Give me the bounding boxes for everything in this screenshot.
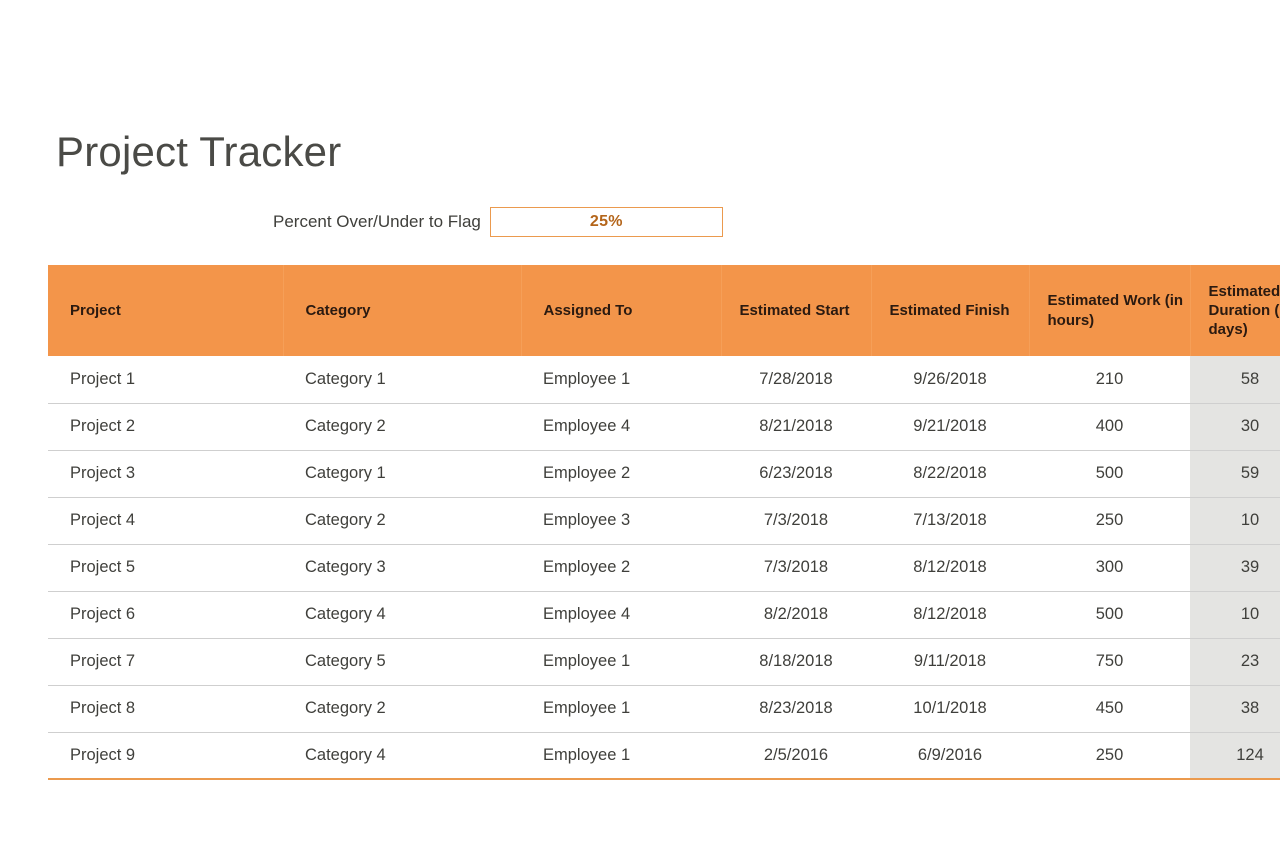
cell-category: Category 2 [283,685,521,733]
cell-estimated-finish: 8/22/2018 [871,450,1029,498]
cell-assigned-to: Employee 3 [521,497,721,545]
column-header-estimated-finish[interactable]: Estimated Finish [871,265,1030,356]
column-header-estimated-work[interactable]: Estimated Work (in hours) [1029,265,1191,356]
table-row[interactable]: Project 2 Category 2 Employee 4 8/21/2018 9/… [48,403,1280,451]
cell-estimated-duration-days: 124 [1190,732,1280,780]
project-tracker-table: Project Category Assigned To Estimated S… [48,265,1280,780]
cell-estimated-work-hours: 210 [1029,356,1190,404]
table-row[interactable]: Project 4 Category 2 Employee 3 7/3/2018 7/1… [48,497,1280,545]
cell-estimated-work-hours: 250 [1029,497,1190,545]
cell-assigned-to: Employee 1 [521,685,721,733]
table-row[interactable]: Project 6 Category 4 Employee 4 8/2/2018 8/1… [48,591,1280,639]
cell-category: Category 2 [283,403,521,451]
cell-estimated-work-hours: 300 [1029,544,1190,592]
cell-estimated-duration-days: 39 [1190,544,1280,592]
cell-estimated-finish: 10/1/2018 [871,685,1029,733]
cell-assigned-to: Employee 1 [521,732,721,780]
cell-estimated-start: 8/2/2018 [721,591,871,639]
cell-estimated-work-hours: 400 [1029,403,1190,451]
cell-estimated-duration-days: 30 [1190,403,1280,451]
cell-estimated-work-hours: 250 [1029,732,1190,780]
cell-estimated-start: 8/21/2018 [721,403,871,451]
cell-project: Project 7 [48,638,283,686]
table-row[interactable]: Project 8 Category 2 Employee 1 8/23/2018 10… [48,685,1280,733]
cell-estimated-start: 8/23/2018 [721,685,871,733]
cell-estimated-start: 7/28/2018 [721,356,871,404]
cell-assigned-to: Employee 2 [521,450,721,498]
table-header: Project Category Assigned To Estimated S… [48,265,1280,356]
cell-category: Category 2 [283,497,521,545]
cell-estimated-start: 7/3/2018 [721,497,871,545]
cell-category: Category 4 [283,732,521,780]
cell-assigned-to: Employee 4 [521,591,721,639]
cell-estimated-work-hours: 750 [1029,638,1190,686]
cell-estimated-finish: 7/13/2018 [871,497,1029,545]
cell-project: Project 3 [48,450,283,498]
cell-project: Project 1 [48,356,283,404]
percent-flag-control: Percent Over/Under to Flag 25% [273,207,723,237]
cell-estimated-finish: 8/12/2018 [871,591,1029,639]
cell-project: Project 9 [48,732,283,780]
cell-estimated-finish: 9/21/2018 [871,403,1029,451]
column-header-estimated-duration[interactable]: Estimated Duration (in days) [1190,265,1280,356]
percent-flag-label: Percent Over/Under to Flag [273,212,481,231]
cell-estimated-start: 8/18/2018 [721,638,871,686]
cell-estimated-duration-days: 38 [1190,685,1280,733]
cell-category: Category 1 [283,356,521,404]
cell-estimated-duration-days: 58 [1190,356,1280,404]
column-header-category[interactable]: Category [283,265,522,356]
project-tracker-page: Project Tracker Percent Over/Under to Fl… [0,0,1280,866]
cell-assigned-to: Employee 2 [521,544,721,592]
cell-estimated-finish: 9/11/2018 [871,638,1029,686]
cell-estimated-start: 7/3/2018 [721,544,871,592]
cell-estimated-start: 2/5/2016 [721,732,871,780]
cell-category: Category 5 [283,638,521,686]
cell-assigned-to: Employee 1 [521,638,721,686]
cell-estimated-duration-days: 10 [1190,497,1280,545]
table-body: Project 1 Category 1 Employee 1 7/28/2018 9/… [48,356,1280,780]
cell-project: Project 5 [48,544,283,592]
cell-estimated-duration-days: 59 [1190,450,1280,498]
column-header-assigned-to[interactable]: Assigned To [521,265,722,356]
cell-estimated-duration-days: 10 [1190,591,1280,639]
cell-assigned-to: Employee 1 [521,356,721,404]
table-row[interactable]: Project 9 Category 4 Employee 1 2/5/2016 6/9… [48,732,1280,780]
cell-project: Project 8 [48,685,283,733]
table-row[interactable]: Project 7 Category 5 Employee 1 8/18/2018 9/… [48,638,1280,686]
column-header-estimated-start[interactable]: Estimated Start [721,265,872,356]
column-header-project[interactable]: Project [48,265,284,356]
percent-flag-input[interactable]: 25% [489,207,723,237]
cell-category: Category 3 [283,544,521,592]
cell-category: Category 1 [283,450,521,498]
cell-estimated-finish: 8/12/2018 [871,544,1029,592]
cell-estimated-work-hours: 500 [1029,450,1190,498]
cell-estimated-finish: 6/9/2016 [871,732,1029,780]
table-row[interactable]: Project 1 Category 1 Employee 1 7/28/2018 9/… [48,356,1280,404]
cell-estimated-work-hours: 500 [1029,591,1190,639]
cell-estimated-work-hours: 450 [1029,685,1190,733]
cell-assigned-to: Employee 4 [521,403,721,451]
cell-project: Project 6 [48,591,283,639]
cell-project: Project 4 [48,497,283,545]
table-row[interactable]: Project 5 Category 3 Employee 2 7/3/2018 8/1… [48,544,1280,592]
cell-project: Project 2 [48,403,283,451]
page-title: Project Tracker [56,128,342,175]
cell-category: Category 4 [283,591,521,639]
table-row[interactable]: Project 3 Category 1 Employee 2 6/23/2018 8/… [48,450,1280,498]
cell-estimated-finish: 9/26/2018 [871,356,1029,404]
table-header-row: Project Category Assigned To Estimated S… [48,265,1280,356]
cell-estimated-start: 6/23/2018 [721,450,871,498]
cell-estimated-duration-days: 23 [1190,638,1280,686]
